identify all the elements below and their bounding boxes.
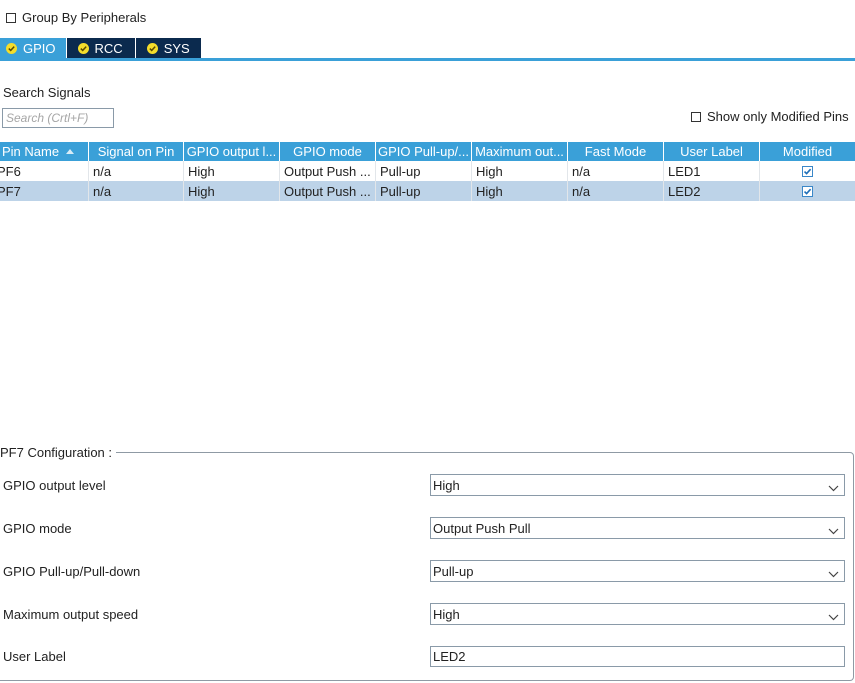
cell-output-level: High	[184, 181, 280, 201]
group-by-peripherals-label: Group By Peripherals	[22, 10, 147, 25]
sort-ascending-icon	[66, 149, 75, 154]
column-label: GPIO Pull-up/...	[377, 144, 470, 159]
cell-max-speed: High	[472, 161, 568, 181]
column-label: GPIO mode	[293, 144, 362, 159]
group-by-peripherals-checkbox[interactable]	[6, 12, 16, 23]
search-signals-input[interactable]	[2, 108, 114, 128]
check-circle-icon	[6, 42, 17, 54]
column-header-pull[interactable]: GPIO Pull-up/...	[376, 142, 472, 161]
column-header-user-label[interactable]: User Label	[664, 142, 760, 161]
tab-sys[interactable]: SYS	[135, 38, 201, 58]
cell-pull: Pull-up	[376, 181, 472, 201]
pin-table: Pin Name Signal on Pin GPIO output l... …	[0, 142, 855, 201]
tab-underline	[0, 58, 855, 61]
table-header: Pin Name Signal on Pin GPIO output l... …	[0, 142, 855, 161]
cell-output-level: High	[184, 161, 280, 181]
check-circle-icon	[77, 42, 89, 54]
search-signals-heading: Search Signals	[3, 85, 91, 100]
user-label-label: User Label	[3, 649, 66, 664]
max-output-speed-select[interactable]: High	[430, 603, 845, 625]
user-label-input[interactable]	[430, 646, 845, 667]
column-header-output-level[interactable]: GPIO output l...	[184, 142, 280, 161]
cell-pin-name: PF6	[0, 161, 89, 181]
column-label: User Label	[680, 144, 743, 159]
tab-label: SYS	[163, 40, 190, 56]
cell-max-speed: High	[472, 181, 568, 201]
column-header-modified[interactable]: Modified	[760, 142, 855, 161]
pull-up-pull-down-label: GPIO Pull-up/Pull-down	[3, 564, 141, 579]
check-circle-icon	[146, 42, 158, 54]
cell-pin-name: PF7	[0, 181, 89, 201]
table-row[interactable]: PF6 n/a High Output Push ... Pull-up Hig…	[0, 161, 855, 181]
cell-modified	[760, 161, 855, 181]
peripheral-tabs: GPIO RCC SYS	[0, 38, 202, 58]
chevron-down-icon	[828, 480, 839, 495]
checkmark-icon	[803, 168, 812, 175]
column-label: Pin Name	[2, 144, 60, 159]
show-modified-option[interactable]: Show only Modified Pins	[691, 109, 849, 124]
cell-user-label: LED1	[664, 161, 760, 181]
gpio-mode-label: GPIO mode	[3, 521, 72, 536]
column-label: Modified	[782, 144, 833, 159]
group-by-peripherals-option[interactable]: Group By Peripherals	[6, 10, 146, 25]
column-label: Fast Mode	[584, 144, 647, 159]
cell-signal: n/a	[89, 161, 184, 181]
select-value: Output Push Pull	[433, 520, 531, 536]
tab-rcc[interactable]: RCC	[66, 38, 135, 58]
show-modified-checkbox[interactable]	[691, 111, 701, 122]
cell-signal: n/a	[89, 181, 184, 201]
column-header-signal[interactable]: Signal on Pin	[89, 142, 184, 161]
cell-fast-mode: n/a	[568, 181, 664, 201]
cell-gpio-mode: Output Push ...	[280, 181, 376, 201]
select-value: High	[433, 477, 460, 493]
cell-gpio-mode: Output Push ...	[280, 161, 376, 181]
checkmark-icon	[803, 188, 812, 195]
tab-label: GPIO	[23, 40, 56, 56]
chevron-down-icon	[828, 566, 839, 581]
tab-gpio[interactable]: GPIO	[0, 38, 66, 58]
pull-up-pull-down-select[interactable]: Pull-up	[430, 560, 845, 582]
configuration-title: PF7 Configuration :	[0, 445, 117, 460]
modified-checkbox[interactable]	[802, 185, 813, 197]
column-header-gpio-mode[interactable]: GPIO mode	[280, 142, 376, 161]
output-level-label: GPIO output level	[3, 478, 106, 493]
column-label: Signal on Pin	[97, 144, 175, 159]
cell-pull: Pull-up	[376, 161, 472, 181]
select-value: High	[433, 606, 460, 622]
chevron-down-icon	[828, 609, 839, 624]
cell-modified	[760, 181, 855, 201]
select-value: Pull-up	[433, 563, 474, 579]
cell-user-label: LED2	[664, 181, 760, 201]
table-row-selected[interactable]: PF7 n/a High Output Push ... Pull-up Hig…	[0, 181, 855, 201]
chevron-down-icon	[828, 523, 839, 538]
column-header-fast-mode[interactable]: Fast Mode	[568, 142, 664, 161]
cell-fast-mode: n/a	[568, 161, 664, 181]
column-label: Maximum out...	[475, 144, 564, 159]
max-output-speed-label: Maximum output speed	[3, 607, 139, 622]
modified-checkbox[interactable]	[802, 165, 813, 177]
show-modified-label: Show only Modified Pins	[707, 109, 849, 124]
column-header-pin-name[interactable]: Pin Name	[0, 142, 89, 161]
column-label: GPIO output l...	[186, 144, 277, 159]
output-level-select[interactable]: High	[430, 474, 845, 496]
column-header-max-speed[interactable]: Maximum out...	[472, 142, 568, 161]
gpio-mode-select[interactable]: Output Push Pull	[430, 517, 845, 539]
tab-label: RCC	[94, 40, 123, 56]
